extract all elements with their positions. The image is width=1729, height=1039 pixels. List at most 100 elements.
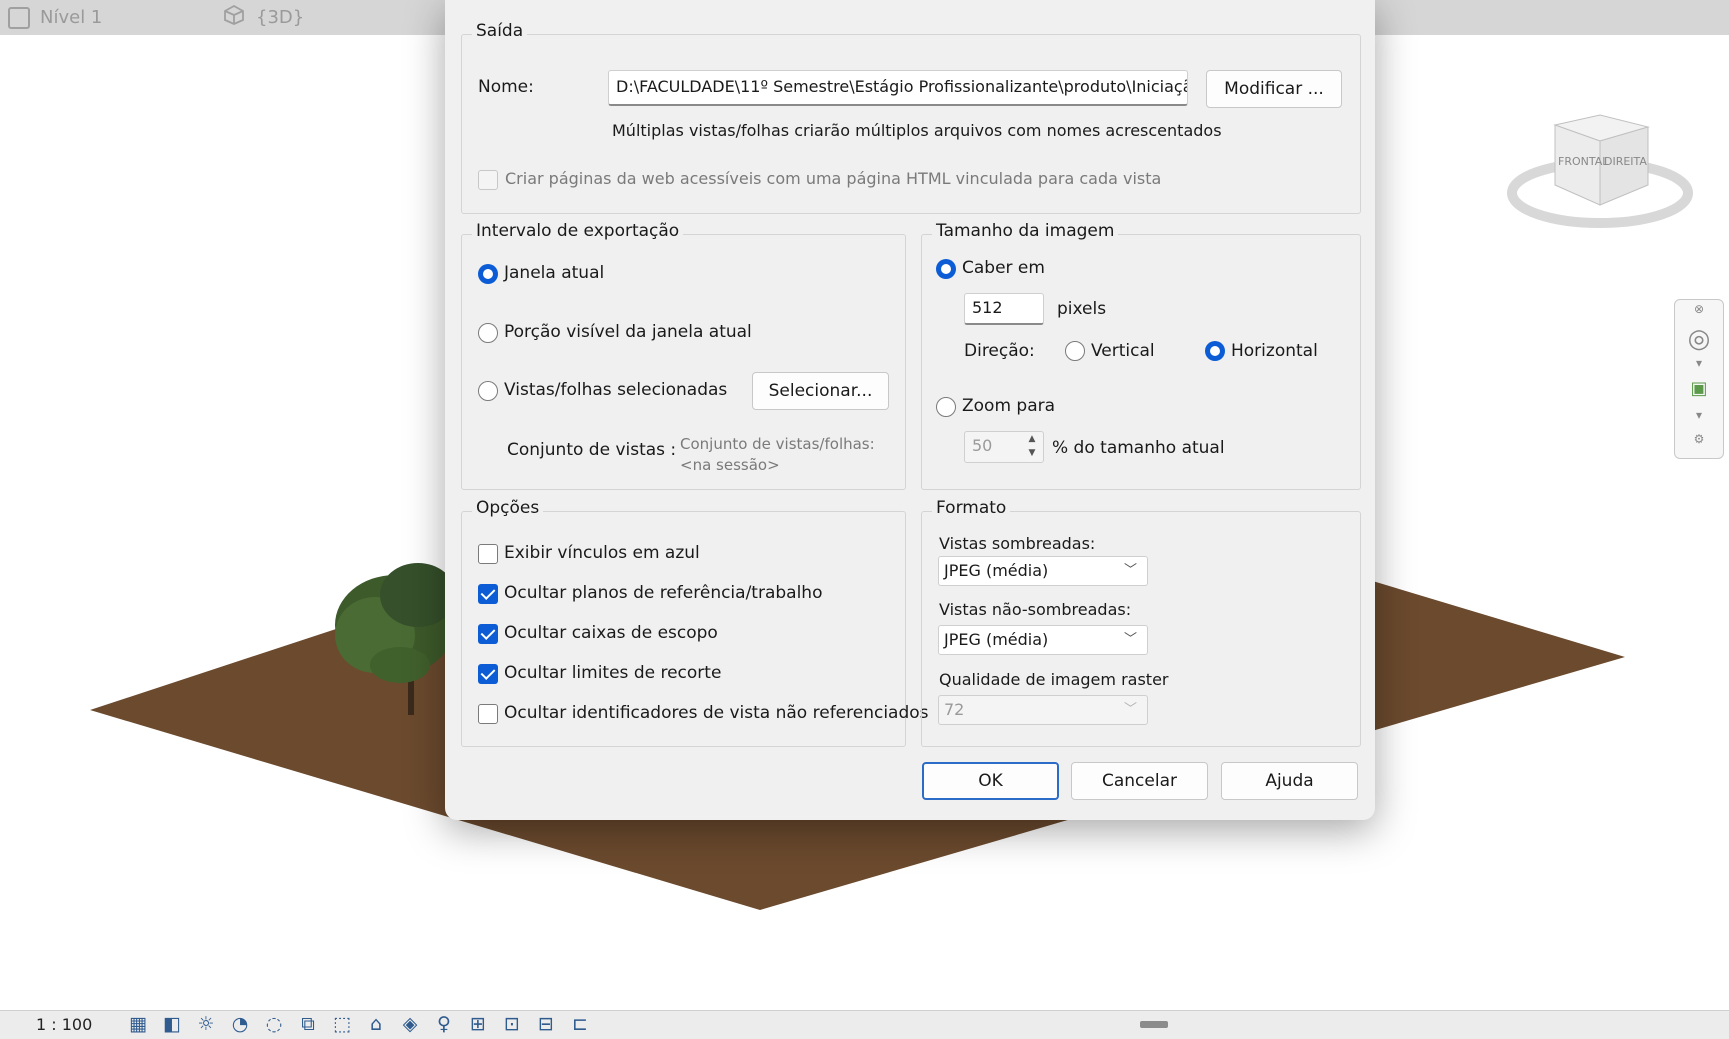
vertical-label: Vertical (1091, 341, 1155, 361)
zoom-suffix-label: % do tamanho atual (1052, 438, 1225, 458)
sun-path-icon[interactable]: ☼ (191, 1012, 221, 1036)
resize-grip[interactable] (1140, 1021, 1168, 1028)
view-scale[interactable]: 1 : 100 (36, 1015, 92, 1034)
output-name-field[interactable]: D:\FACULDADE\11º Semestre\Estágio Profis… (608, 70, 1188, 106)
direction-label: Direção: (964, 341, 1035, 361)
image-size-group-title: Tamanho da imagem (932, 221, 1119, 241)
image-size-group: Tamanho da imagem Caber em 512 pixels Di… (921, 221, 1361, 490)
zoom-to-label: Zoom para (962, 396, 1056, 416)
current-window-radio[interactable] (478, 264, 498, 284)
view-set-value-line2: <na sessão> (680, 456, 780, 474)
export-range-group-title: Intervalo de exportação (472, 221, 684, 241)
tab-3d-label: {3D} (256, 7, 305, 28)
viewcube-front-label: FRONTAL (1558, 155, 1609, 168)
chevron-down-icon[interactable]: ▾ (1675, 408, 1723, 422)
temporary-hide-icon[interactable]: ◈ (395, 1012, 425, 1036)
zoom-to-radio[interactable] (936, 397, 956, 417)
reveal-hidden-icon[interactable]: ♀ (429, 1012, 459, 1036)
crop-view-icon[interactable]: ⧉ (293, 1012, 323, 1036)
constraints-icon[interactable]: ⊏ (565, 1012, 595, 1036)
shaded-format-value: JPEG (média) (944, 561, 1049, 580)
zoom-extents-icon[interactable]: ▣ (1675, 378, 1723, 399)
options-group: Opções Exibir vínculos em azul Ocultar p… (461, 498, 929, 747)
fit-to-radio[interactable] (936, 259, 956, 279)
detail-level-icon[interactable]: ▦ (123, 1012, 153, 1036)
view-set-label: Conjunto de vistas : (507, 440, 677, 460)
hide-ref-planes-checkbox[interactable] (478, 584, 498, 604)
show-links-blue-label: Exibir vínculos em azul (504, 543, 700, 563)
navbar-close-icon[interactable]: ⊗ (1675, 302, 1723, 316)
fit-to-label: Caber em (962, 258, 1045, 278)
unlocked-3d-icon[interactable]: ⌂ (361, 1012, 391, 1036)
hide-crop-boundaries-label: Ocultar limites de recorte (504, 663, 722, 683)
viewcube[interactable]: FRONTAL DIREITA (1507, 114, 1693, 228)
output-group-title: Saída (472, 21, 528, 41)
tab-level-1-label: Nível 1 (40, 7, 103, 28)
shaded-format-select[interactable]: JPEG (média) ﹀ (938, 556, 1148, 586)
shadows-icon[interactable]: ◔ (225, 1012, 255, 1036)
name-label: Nome: (478, 77, 534, 97)
horizontal-radio[interactable] (1205, 341, 1225, 361)
analytical-model-icon[interactable]: ⊡ (497, 1012, 527, 1036)
visible-portion-radio[interactable] (478, 323, 498, 343)
ok-button[interactable]: OK (922, 762, 1059, 800)
chevron-down-icon[interactable]: ▾ (1675, 356, 1723, 370)
hide-ref-planes-label: Ocultar planos de referência/trabalho (504, 583, 823, 603)
hidden-line-format-select[interactable]: JPEG (média) ﹀ (938, 625, 1148, 655)
raster-quality-value: 72 (944, 700, 965, 719)
view-control-bar: 1 : 100 ▦ ◧ ☼ ◔ ◌ ⧉ ⬚ ⌂ ◈ ♀ ⊞ ⊡ ⊟ ⊏ (0, 1010, 1729, 1039)
accessible-web-label: Criar páginas da web acessíveis com uma … (505, 169, 1162, 188)
hidden-line-format-value: JPEG (média) (944, 630, 1049, 649)
zoom-percent-field[interactable]: 50 ▲ ▼ (964, 431, 1044, 463)
pixels-label: pixels (1057, 299, 1107, 319)
accessible-web-checkbox[interactable] (478, 170, 498, 190)
hide-unref-tags-label: Ocultar identificadores de vista não ref… (504, 703, 929, 723)
export-range-group: Intervalo de exportação Janela atual Por… (461, 221, 906, 490)
shaded-views-label: Vistas sombreadas: (939, 534, 1096, 553)
selected-views-label: Vistas/folhas selecionadas (504, 380, 728, 400)
cancel-button[interactable]: Cancelar (1071, 762, 1208, 800)
show-links-blue-checkbox[interactable] (478, 544, 498, 564)
crop-region-icon[interactable]: ⬚ (327, 1012, 357, 1036)
highlight-displacement-icon[interactable]: ⊟ (531, 1012, 561, 1036)
format-group: Formato Vistas sombreadas: JPEG (média) … (921, 498, 1361, 747)
spin-up-icon[interactable]: ▲ (1021, 433, 1043, 446)
raster-quality-label: Qualidade de imagem raster (939, 670, 1169, 689)
hide-crop-boundaries-checkbox[interactable] (478, 664, 498, 684)
navbar-options-icon[interactable]: ⚙ (1675, 432, 1723, 446)
navigation-bar[interactable]: ⊗ ◎ ▾ ▣ ▾ ⚙ (1674, 299, 1724, 459)
hide-scope-boxes-label: Ocultar caixas de escopo (504, 623, 718, 643)
chevron-down-icon: ﹀ (1123, 632, 1137, 647)
selected-views-radio[interactable] (478, 381, 498, 401)
hidden-line-views-label: Vistas não-sombreadas: (939, 600, 1132, 619)
fit-pixels-field[interactable]: 512 (964, 293, 1044, 325)
zoom-percent-value: 50 (972, 436, 993, 455)
visible-portion-label: Porção visível da janela atual (504, 322, 752, 342)
viewcube-right-label: DIREITA (1604, 155, 1647, 168)
output-group: Saída Nome: D:\FACULDADE\11º Semestre\Es… (461, 21, 1361, 214)
help-button[interactable]: Ajuda (1221, 762, 1358, 800)
raster-quality-select[interactable]: 72 ﹀ (938, 695, 1148, 725)
modify-button[interactable]: Modificar ... (1206, 70, 1342, 108)
tab-level-1[interactable]: Nível 1 (8, 0, 102, 35)
rendering-icon[interactable]: ◌ (259, 1012, 289, 1036)
3d-view-icon (222, 3, 246, 32)
format-group-title: Formato (932, 498, 1011, 518)
tab-3d[interactable]: {3D} (222, 0, 304, 35)
hide-unref-tags-checkbox[interactable] (478, 704, 498, 724)
hide-scope-boxes-checkbox[interactable] (478, 624, 498, 644)
options-group-title: Opções (472, 498, 544, 518)
worksharing-icon[interactable]: ⊞ (463, 1012, 493, 1036)
vertical-radio[interactable] (1065, 341, 1085, 361)
select-views-button[interactable]: Selecionar... (752, 372, 889, 410)
current-window-label: Janela atual (504, 263, 605, 283)
visual-style-icon[interactable]: ◧ (157, 1012, 187, 1036)
horizontal-label: Horizontal (1231, 341, 1318, 361)
view-set-value-line1: Conjunto de vistas/folhas: (680, 435, 875, 453)
multi-file-note: Múltiplas vistas/folhas criarão múltiplo… (612, 121, 1222, 140)
export-image-dialog: Saída Nome: D:\FACULDADE\11º Semestre\Es… (445, 0, 1375, 820)
floor-plan-icon (8, 6, 30, 29)
steering-wheel-icon[interactable]: ◎ (1675, 324, 1723, 354)
spin-down-icon[interactable]: ▼ (1021, 447, 1043, 460)
chevron-down-icon: ﹀ (1123, 702, 1137, 717)
